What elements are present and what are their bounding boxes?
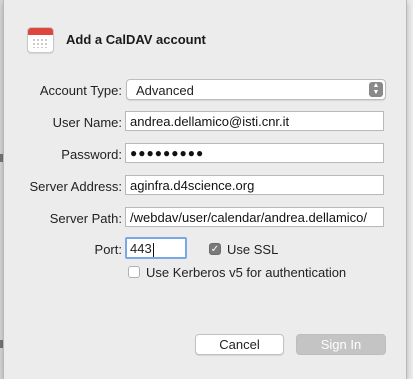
text-caret [152, 242, 154, 257]
user-name-field[interactable]: andrea.dellamico@isti.cnr.it [125, 111, 384, 131]
server-path-field[interactable]: /webdav/user/calendar/andrea.dellamico/ [125, 207, 384, 227]
password-field[interactable]: ●●●●●●●●● [125, 143, 384, 163]
cancel-button[interactable]: Cancel [195, 334, 284, 355]
calendar-icon [27, 27, 54, 53]
server-address-field[interactable]: aginfra.d4science.org [125, 175, 384, 195]
dialog-title: Add a CalDAV account [66, 32, 206, 47]
use-ssl-label: Use SSL [227, 242, 279, 257]
server-address-label: Server Address: [29, 179, 123, 194]
use-ssl-checkbox[interactable]: ✓ [209, 243, 221, 255]
server-path-label: Server Path: [49, 211, 122, 226]
password-label: Password: [61, 147, 122, 162]
account-type-select[interactable]: Advanced ▲ ▼ [126, 79, 386, 100]
account-type-label: Account Type: [39, 83, 122, 98]
port-field[interactable]: 443 [125, 237, 187, 259]
port-value: 443 [130, 241, 152, 256]
kerberos-label: Use Kerberos v5 for authentication [146, 265, 347, 280]
account-type-value: Advanced [136, 83, 194, 98]
port-label: Port: [94, 242, 122, 257]
user-name-label: User Name: [52, 115, 122, 130]
sign-in-button[interactable]: Sign In [296, 334, 386, 355]
up-down-arrows-icon: ▲ ▼ [369, 82, 383, 97]
kerberos-checkbox[interactable] [128, 266, 140, 278]
